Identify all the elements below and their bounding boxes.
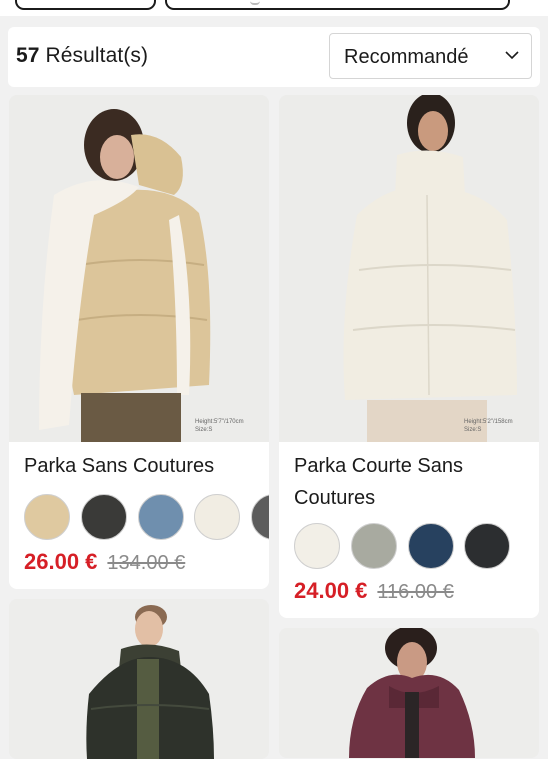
price-row: 26.00 € 134.00 €: [24, 548, 185, 577]
svg-text:Size:S: Size:S: [195, 427, 212, 433]
results-label: Résultat(s): [39, 44, 149, 67]
color-swatch-navy[interactable]: [408, 523, 454, 569]
filter-bar: [0, 0, 548, 16]
results-count: 57 Résultat(s): [16, 44, 148, 68]
color-swatches: [294, 523, 539, 575]
original-price: 116.00 €: [377, 581, 454, 603]
sort-selected-label: Recommandé: [344, 46, 469, 68]
svg-text:Height:5'7"/170cm: Height:5'7"/170cm: [195, 419, 244, 425]
sort-dropdown[interactable]: Recommandé: [329, 33, 532, 79]
color-swatches: [24, 494, 269, 546]
product-title[interactable]: Parka Courte Sans Coutures: [294, 450, 524, 514]
color-swatch-gray[interactable]: [251, 494, 269, 540]
svg-text:Size:S: Size:S: [464, 427, 481, 433]
color-swatch-dark[interactable]: [81, 494, 127, 540]
category-filter-button[interactable]: [165, 0, 510, 10]
sale-price: 24.00 €: [294, 578, 368, 603]
product-image[interactable]: Height:5'7"/170cm Size:S: [9, 95, 269, 442]
product-image[interactable]: [9, 599, 269, 759]
sale-price: 26.00 €: [24, 549, 98, 574]
product-image[interactable]: Height:5'2"/158cm Size:S: [279, 95, 539, 442]
product-image[interactable]: [279, 628, 539, 758]
price-row: 24.00 € 116.00 €: [294, 577, 454, 606]
product-card[interactable]: Height:5'2"/158cm Size:S Parka Courte Sa…: [279, 95, 539, 618]
color-swatch-beige[interactable]: [24, 494, 70, 540]
results-header: 57 Résultat(s) Recommandé: [8, 27, 540, 87]
svg-text:Height:5'2"/158cm: Height:5'2"/158cm: [464, 419, 513, 425]
product-card[interactable]: Height:5'7"/170cm Size:S Parka Sans Cout…: [9, 95, 269, 589]
color-swatch-cream[interactable]: [194, 494, 240, 540]
color-swatch-blue[interactable]: [138, 494, 184, 540]
results-number: 57: [16, 44, 40, 67]
chevron-down-icon: [505, 51, 519, 60]
filter-button[interactable]: [15, 0, 156, 10]
color-swatch-black[interactable]: [464, 523, 510, 569]
color-swatch-sage[interactable]: [351, 523, 397, 569]
color-swatch-cream[interactable]: [294, 523, 340, 569]
product-title[interactable]: Parka Sans Coutures: [24, 450, 214, 482]
product-card[interactable]: [279, 628, 539, 758]
product-card[interactable]: [9, 599, 269, 759]
original-price: 134.00 €: [107, 552, 186, 574]
